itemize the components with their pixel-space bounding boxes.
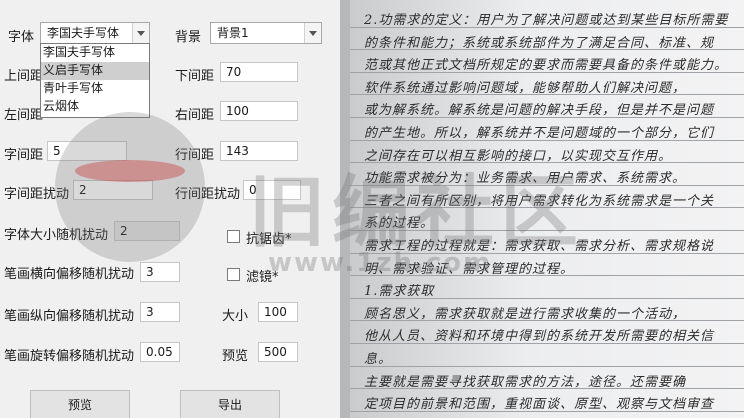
char-spacing-jitter-input[interactable]: 2 (73, 180, 153, 200)
font-option[interactable]: 青叶手写体 (41, 80, 149, 98)
line-spacing-jitter-label: 行间距扰动 (175, 187, 241, 202)
stroke-h-jitter-label: 笔画横向偏移随机扰动 (4, 267, 135, 282)
handwriting-line: 主要就是需要寻找获取需求的方法，途径。还需要确 (364, 374, 687, 390)
size-label: 大小 (222, 309, 249, 324)
chevron-down-icon[interactable] (304, 23, 321, 43)
preview-paper: 2.功需求的定义：用户为了解决问题或达到某些目标所需要 的条件和能力；系统或系统部… (350, 0, 744, 418)
background-label: 背景 (175, 30, 202, 45)
handwriting-line: 需求工程的过程就是：需求获取、需求分析、需求规格说 (364, 239, 715, 254)
bottom-margin-label: 下间距 (175, 69, 215, 84)
export-button[interactable]: 导出 (180, 390, 280, 418)
right-margin-input[interactable]: 100 (220, 101, 298, 121)
handwriting-line: 明、需求验证、需求管理的过程。 (364, 261, 575, 277)
left-margin-label: 左间距 (4, 108, 44, 123)
char-spacing-jitter-label: 字间距扰动 (4, 187, 70, 202)
stroke-rot-jitter-label: 笔画旋转偏移随机扰动 (4, 349, 135, 364)
font-select-value: 李国夫手写体 (47, 26, 120, 40)
font-option[interactable]: 李国夫手写体 (41, 44, 149, 62)
font-select[interactable]: 李国夫手写体 (40, 22, 150, 44)
char-spacing-input[interactable]: 5 (47, 141, 127, 161)
antialias-label: 抗锯齿* (246, 232, 292, 247)
char-spacing-label: 字间距 (4, 148, 44, 163)
right-margin-label: 右间距 (175, 108, 215, 123)
handwriting-line: 三者之间有所区别，将用户需求转化为系统需求是一个关 (364, 193, 715, 209)
chevron-down-icon[interactable] (132, 23, 149, 43)
font-size-jitter-input[interactable]: 2 (114, 221, 180, 241)
line-spacing-input[interactable]: 143 (220, 141, 298, 161)
font-size-jitter-label: 字体大小随机扰动 (4, 228, 109, 243)
line-spacing-jitter-input[interactable]: 0 (243, 180, 301, 200)
handwriting-line: 或为解系统。解系统是问题的解决手段，但是并不是问题 (364, 103, 715, 119)
handwriting-line: 2.功需求的定义：用户为了解决问题或达到某些目标所需要 (364, 13, 729, 28)
preview-size-input[interactable]: 500 (258, 342, 298, 362)
font-option-highlighted[interactable]: 义启手写体 (41, 62, 149, 80)
stroke-rot-jitter-input[interactable]: 0.05 (140, 342, 180, 362)
antialias-checkbox[interactable] (227, 230, 240, 243)
preview-button[interactable]: 预览 (30, 390, 130, 418)
size-input[interactable]: 100 (258, 302, 298, 322)
handwriting-line: 息。 (364, 352, 393, 367)
handwriting-line: 范或其他正式文档所规定的要求而需要具备的条件或能力。 (364, 58, 729, 74)
preview-size-label: 预览 (222, 349, 249, 364)
stroke-v-jitter-input[interactable]: 3 (140, 302, 180, 322)
handwriting-line: 的产生地。所以，解系统并不是问题域的一个部分，它们 (364, 126, 715, 141)
handwriting-line: 他从人员、资料和环境中得到的系统开发所需要的相关信 (364, 329, 715, 345)
font-option[interactable]: 云烟体 (41, 98, 149, 116)
handwriting-line: 软件系统通过影响问题域，能够帮助人们解决问题， (364, 80, 687, 96)
filter-label: 滤镜* (246, 270, 279, 285)
handwriting-line: 1.需求获取 (364, 284, 435, 300)
handwriting-line: 功能需求被分为：业务需求、用户需求、系统需求。 (364, 171, 687, 187)
filter-checkbox[interactable] (227, 268, 240, 281)
stroke-v-jitter-label: 笔画纵向偏移随机扰动 (4, 309, 135, 324)
handwriting-line: 定项目的前景和范围，重视面谈、原型、观察与文档审查 (364, 397, 715, 413)
handwriting-line: 顾名思义，需求获取就是进行需求收集的一个活动， (364, 306, 687, 322)
handwriting-preview: 2.功需求的定义：用户为了解决问题或达到某些目标所需要 的条件和能力；系统或系统部… (340, 0, 744, 418)
top-margin-label: 上间距 (4, 69, 44, 84)
line-spacing-label: 行间距 (175, 148, 215, 163)
font-label: 字体 (8, 30, 35, 45)
bottom-margin-input[interactable]: 70 (220, 62, 298, 82)
font-dropdown-list[interactable]: 李国夫手写体 义启手写体 青叶手写体 云烟体 (40, 43, 150, 118)
settings-panel: 字体 李国夫手写体 李国夫手写体 义启手写体 青叶手写体 云烟体 背景 背景1 … (0, 0, 340, 418)
handwriting-line: 系的过程。 (364, 216, 435, 232)
background-select[interactable]: 背景1 (210, 22, 322, 44)
stroke-h-jitter-input[interactable]: 3 (140, 262, 180, 282)
handwriting-line: 之间存在可以相互影响的接口，以实现交互作用。 (364, 148, 673, 164)
handwriting-line: 的条件和能力；系统或系统部件为了满足合同、标准、规 (364, 35, 715, 51)
background-select-value: 背景1 (217, 26, 249, 40)
